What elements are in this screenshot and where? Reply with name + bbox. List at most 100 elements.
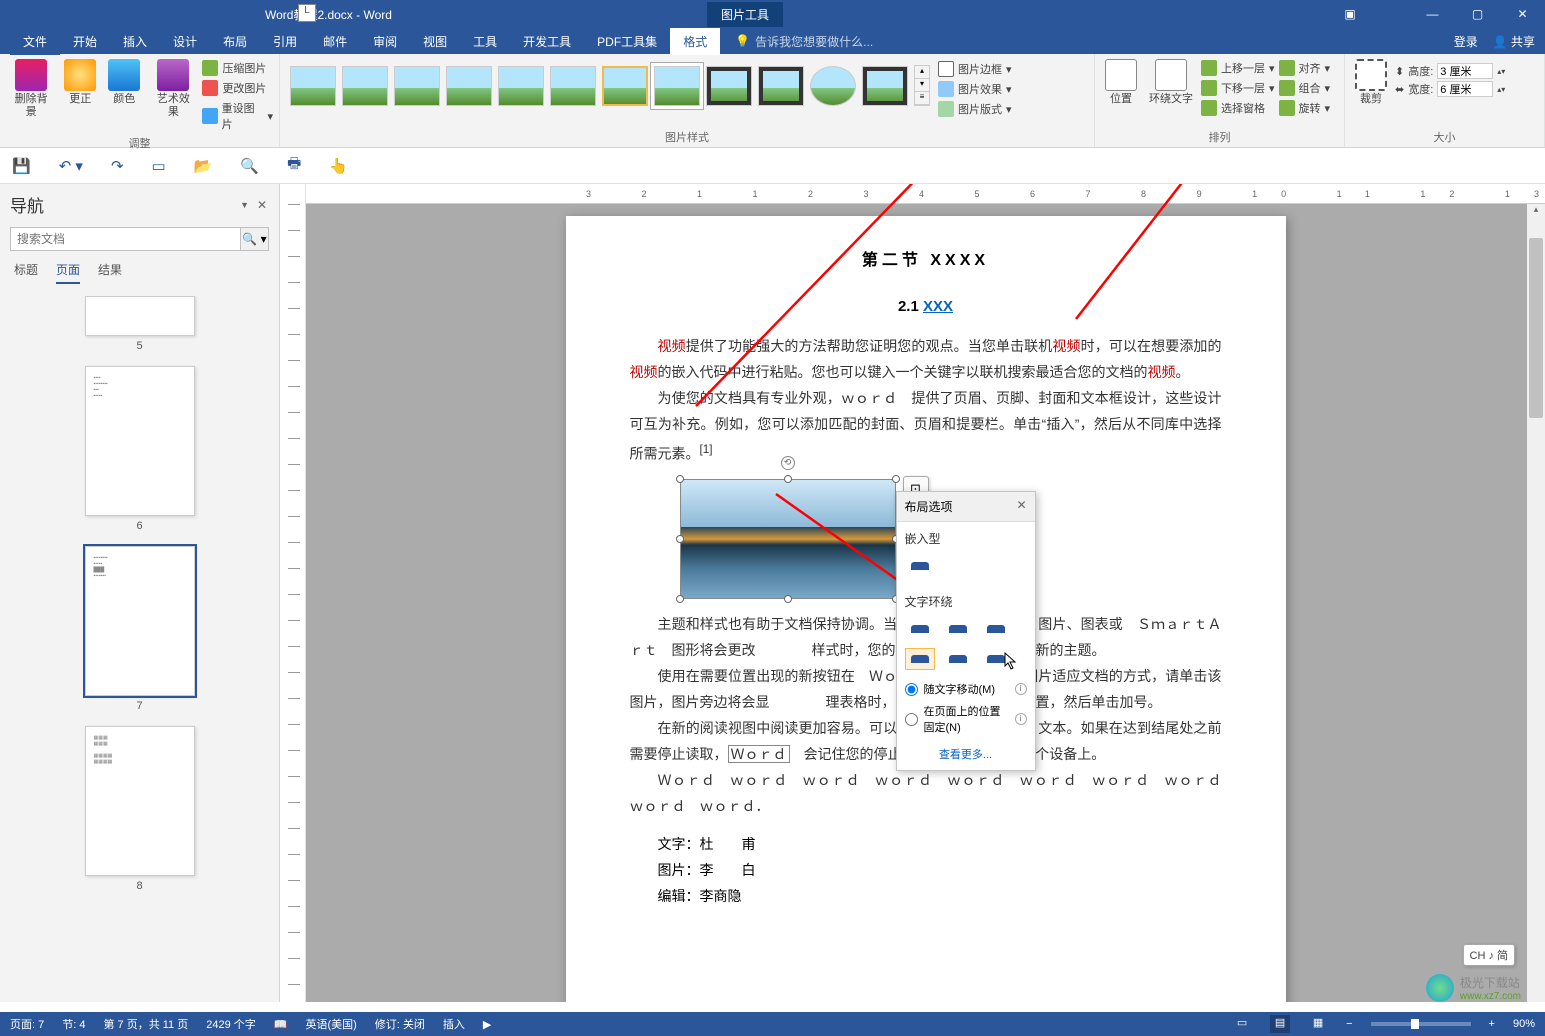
status-section[interactable]: 节: 4 [62,1016,85,1032]
wrap-topbottom-icon[interactable] [905,648,935,670]
rotate-button[interactable]: 旋转 ▾ [1279,99,1331,117]
undo-icon[interactable]: ↶ ▾ [59,157,83,175]
gallery-scroll[interactable]: ▴▾≡ [914,65,930,106]
position-button[interactable]: 位置 [1101,57,1141,108]
tab-pdf[interactable]: PDF工具集 [584,28,670,55]
view-read-icon[interactable]: ▭ [1232,1015,1252,1033]
fixed-position-radio[interactable]: 在页面上的位置固定(N)i [897,700,1035,738]
search-input[interactable] [11,228,240,250]
style-thumb[interactable] [862,66,908,106]
wrap-inline-icon[interactable] [905,555,935,577]
status-insert[interactable]: 插入 [443,1016,465,1032]
corrections-button[interactable]: 更正 [60,57,100,108]
resize-handle[interactable] [892,475,900,483]
style-thumb[interactable] [654,66,700,106]
remove-background-button[interactable]: 删除背景 [6,57,56,121]
open-icon[interactable]: 📂 [194,157,213,175]
wrap-tight-icon[interactable] [943,618,973,640]
reset-picture-button[interactable]: 重设图片 ▾ [202,99,273,133]
tab-layout[interactable]: 布局 [210,28,260,55]
rotate-handle[interactable]: ⟲ [781,456,795,470]
align-button[interactable]: 对齐 ▾ [1279,59,1331,77]
wrap-text-button[interactable]: 环绕文字 [1145,57,1197,108]
style-thumb-selected[interactable] [602,66,648,106]
ruler-tab-selector[interactable]: L [298,4,316,22]
wrap-square-icon[interactable] [905,618,935,640]
view-print-icon[interactable]: ▤ [1270,1015,1290,1033]
nav-tab-results[interactable]: 结果 [98,261,122,284]
status-page-of[interactable]: 第 7 页，共 11 页 [103,1016,188,1032]
move-with-text-radio[interactable]: 随文字移动(M)i [897,678,1035,700]
bring-forward-button[interactable]: 上移一层 ▾ [1201,59,1275,77]
picture-border-button[interactable]: 图片边框 ▾ [938,60,1012,78]
tab-format[interactable]: 格式 [670,28,720,55]
redo-icon[interactable]: ↷ [111,157,124,175]
resize-handle[interactable] [784,475,792,483]
tab-mailings[interactable]: 邮件 [310,28,360,55]
nav-tab-headings[interactable]: 标题 [14,261,38,284]
style-thumb[interactable] [498,66,544,106]
style-thumb[interactable] [290,66,336,106]
width-input[interactable] [1437,81,1493,97]
height-input[interactable] [1437,63,1493,79]
tell-me[interactable]: 💡 告诉我您想要做什么... [735,33,873,50]
search-button[interactable]: 🔍 ▾ [240,228,268,250]
change-picture-button[interactable]: 更改图片 [202,79,273,97]
zoom-slider[interactable] [1371,1022,1471,1026]
document-page[interactable]: 第二节 XXXX 2.1 XXX 视频提供了功能强大的方法帮助您证明您的观点。当… [566,216,1286,1002]
picture-styles-gallery[interactable]: ▴▾≡ [286,57,934,114]
print-preview-icon[interactable]: 🔍 [240,157,259,175]
status-word-count[interactable]: 2429 个字 [206,1016,256,1032]
send-backward-button[interactable]: 下移一层 ▾ [1201,79,1275,97]
zoom-value[interactable]: 90% [1513,1018,1535,1030]
status-spell-icon[interactable]: 📖 [274,1018,288,1031]
page-thumb[interactable]: ▦▦▦▦▦▦▦▦▦▦▦▦▦▦ [85,726,195,876]
group-button[interactable]: 组合 ▾ [1279,79,1331,97]
style-thumb[interactable] [758,66,804,106]
picture-layout-button[interactable]: 图片版式 ▾ [938,100,1012,118]
tab-developer[interactable]: 开发工具 [510,28,584,55]
minimize-button[interactable]: — [1410,0,1455,28]
wrap-behind-icon[interactable] [943,648,973,670]
nav-close-icon[interactable]: ✕ [257,198,267,212]
compress-picture-button[interactable]: 压缩图片 [202,59,273,77]
color-button[interactable]: 颜色 [104,57,144,108]
status-macro-icon[interactable]: ▶ [483,1018,491,1031]
style-thumb[interactable] [550,66,596,106]
page-thumb-selected[interactable]: ▪▪▪▪▪▪▪▪▪▪▪▪▪███▪▪▪▪▪▪▪ [85,546,195,696]
vertical-ruler[interactable] [280,184,306,1002]
page-thumb[interactable]: ▪▪▪▪▪▪▪▪▪▪▪▪▪▪▪▪▪▪▪▪ [85,366,195,516]
style-thumb[interactable] [446,66,492,106]
resize-handle[interactable] [676,595,684,603]
horizontal-ruler[interactable]: 3 2 1 1 2 3 4 5 6 7 8 9 10 11 12 13 14 1… [306,184,1545,204]
maximize-button[interactable]: ▢ [1455,0,1500,28]
vertical-scrollbar[interactable]: ▴ [1527,204,1545,1002]
tab-file[interactable]: 文件 [10,28,60,55]
status-track[interactable]: 修订: 关闭 [375,1016,425,1032]
style-thumb[interactable] [394,66,440,106]
tab-design[interactable]: 设计 [160,28,210,55]
zoom-out-icon[interactable]: − [1346,1018,1352,1030]
view-web-icon[interactable]: ▦ [1308,1015,1328,1033]
tab-review[interactable]: 审阅 [360,28,410,55]
style-thumb[interactable] [810,66,856,106]
touch-mode-icon[interactable]: 👆 [329,157,348,175]
share-button[interactable]: 👤 共享 [1493,33,1535,50]
print-icon[interactable]: 🖶 [287,153,301,178]
status-page[interactable]: 页面: 7 [10,1016,44,1032]
tab-references[interactable]: 引用 [260,28,310,55]
see-more-link[interactable]: 查看更多... [939,749,992,761]
artistic-effects-button[interactable]: 艺术效果 [148,57,198,121]
picture-effects-button[interactable]: 图片效果 ▾ [938,80,1012,98]
ribbon-options-icon[interactable]: ▣ [1335,7,1365,21]
new-icon[interactable]: ▭ [152,157,166,175]
tab-tools[interactable]: 工具 [460,28,510,55]
resize-handle[interactable] [676,535,684,543]
wrap-through-icon[interactable] [981,618,1011,640]
tab-insert[interactable]: 插入 [110,28,160,55]
save-icon[interactable]: 💾 [12,157,31,175]
style-thumb[interactable] [706,66,752,106]
zoom-in-icon[interactable]: + [1489,1018,1495,1030]
crop-button[interactable]: 裁剪 [1351,57,1391,108]
status-language[interactable]: 英语(美国) [305,1016,356,1032]
